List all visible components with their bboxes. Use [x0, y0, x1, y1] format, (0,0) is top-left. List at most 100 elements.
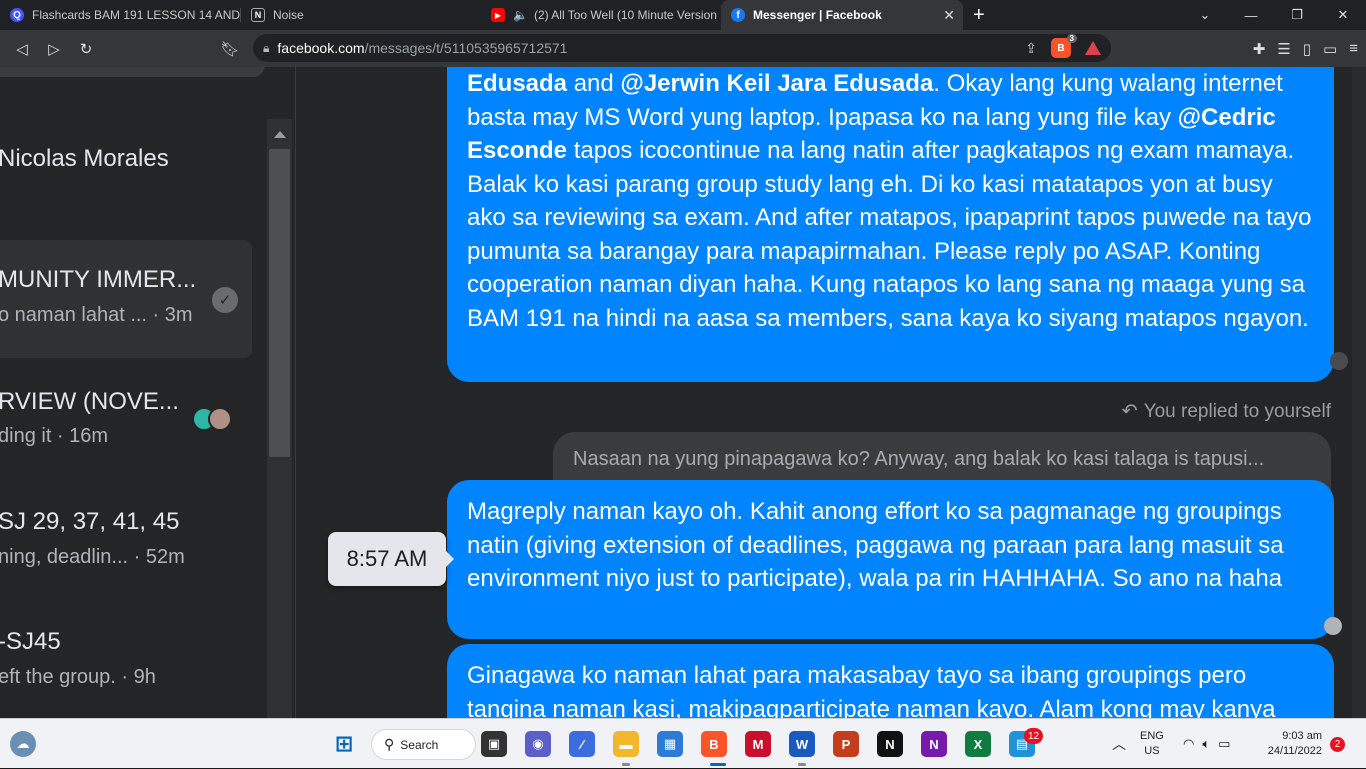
notion-icon: N — [251, 8, 265, 22]
mention[interactable]: @Jerwin Keil Jara Edusada — [620, 70, 933, 97]
message-bubble[interactable]: Magreply naman kayo oh. Kahit anong effo… — [447, 480, 1342, 639]
timestamp-tooltip: 8:57 AM — [328, 532, 454, 586]
share-icon[interactable]: ⇪ — [1025, 40, 1037, 57]
reload-icon[interactable]: ↻ — [70, 33, 102, 65]
powerpoint-icon[interactable]: P — [833, 731, 859, 757]
file-explorer-icon[interactable]: ▬ — [613, 731, 639, 757]
active-app-indicator — [710, 763, 726, 766]
wifi-icon: ◠ — [1183, 736, 1195, 751]
restore-icon[interactable]: ❐ — [1274, 0, 1320, 30]
language-indicator[interactable]: ENG US — [1140, 719, 1164, 769]
back-icon[interactable]: ◁ — [6, 33, 38, 65]
message-text: and — [567, 70, 621, 97]
word-icon[interactable]: W — [789, 731, 815, 757]
tab-messenger[interactable]: f Messenger | Facebook ✕ — [721, 0, 963, 30]
running-indicator — [798, 763, 806, 766]
search-box-edge — [0, 67, 265, 77]
wallet-icon[interactable]: ▭ — [1323, 40, 1337, 58]
tab-title: Noise — [273, 8, 304, 22]
search-icon: ⚲ — [384, 736, 395, 752]
timestamp: 8:57 AM — [346, 546, 428, 571]
avatar — [208, 407, 232, 431]
url-host: facebook.com — [277, 40, 365, 56]
notification-badge: 12 — [1024, 728, 1044, 744]
conversation-item[interactable]: RVIEW (NOVE... ding it · 16m — [0, 360, 252, 478]
tab-quizlet[interactable]: Q Flashcards BAM 191 LESSON 14 AND — [0, 0, 240, 30]
tab-title: Flashcards BAM 191 LESSON 14 AND — [32, 8, 240, 22]
new-tab-button[interactable]: + — [963, 0, 995, 30]
chat-thread: Edusada and @Jerwin Keil Jara Edusada. O… — [296, 67, 1366, 718]
battery-icon: ▭ — [1218, 736, 1231, 751]
show-hidden-icons[interactable]: ︿ — [1112, 719, 1126, 769]
language: ENG — [1140, 730, 1164, 742]
close-window-icon[interactable]: ✕ — [1320, 0, 1366, 30]
reply-label: You replied to yourself — [1143, 400, 1331, 422]
menu-icon[interactable]: ≡ — [1349, 40, 1358, 57]
clock[interactable]: 9:03 am 24/11/2022 — [1262, 719, 1322, 769]
start-icon[interactable]: ⊞ — [331, 731, 357, 757]
conversation-item-active[interactable]: MUNITY IMMER... o naman lahat ... · 3m ✓ — [0, 240, 252, 358]
conversation-preview: eft the group. · 9h — [0, 666, 156, 688]
quizlet-icon: Q — [10, 8, 24, 22]
facebook-icon: f — [731, 8, 745, 22]
region: US — [1144, 745, 1160, 757]
notification-center-badge[interactable]: 2 — [1330, 737, 1345, 752]
forward-icon[interactable]: ▷ — [38, 33, 70, 65]
conversation-item[interactable]: -SJ45 eft the group. · 9h — [0, 600, 252, 718]
reply-arrow-icon: ↶ — [1121, 401, 1138, 422]
seen-avatars — [192, 407, 232, 431]
conversation-title: MUNITY IMMER... — [0, 266, 197, 293]
message-bubble[interactable]: Edusada and @Jerwin Keil Jara Edusada. O… — [447, 67, 1348, 382]
conversation-preview: ding it · 16m — [0, 425, 109, 447]
address-bar[interactable]: 🔒︎ facebook.com /messages/t/511053596571… — [253, 34, 1111, 62]
playlist-icon[interactable]: ☰ — [1277, 40, 1290, 58]
conversation-item[interactable]: Nicolas Morales — [0, 107, 252, 225]
conversation-list: Nicolas Morales MUNITY IMMER... o naman … — [0, 67, 296, 718]
message-text: tapos icocontinue na lang natin after pa… — [467, 137, 1312, 332]
mention[interactable]: Edusada — [467, 70, 567, 97]
onenote-icon[interactable]: N — [921, 731, 947, 757]
minimize-icon[interactable]: — — [1228, 0, 1274, 30]
excel-icon[interactable]: X — [965, 731, 991, 757]
sidebar-icon[interactable]: ▯ — [1303, 40, 1311, 58]
bookmark-icon[interactable]: 🔖︎ — [214, 33, 246, 65]
sidebar-scroll-thumb[interactable] — [269, 149, 290, 457]
message-bubble[interactable]: Ginagawa ko naman lahat para makasabay t… — [447, 644, 1334, 718]
weather-icon[interactable]: ☁ — [10, 731, 36, 757]
brave-shields-icon[interactable]: B3 — [1051, 34, 1077, 58]
conversation-item[interactable]: SJ 29, 37, 41, 45 ning, deadlin... · 52m — [0, 480, 252, 598]
extensions-icon[interactable]: ✚ — [1253, 40, 1266, 58]
system-status[interactable]: ◠ 🔈︎ ▭ — [1183, 719, 1230, 769]
url-path: /messages/t/5110535965712571 — [364, 40, 568, 56]
message-action-icon[interactable] — [1330, 352, 1348, 370]
scroll-up-arrow-icon[interactable] — [274, 131, 286, 138]
message-text: Ginagawa ko naman lahat para makasabay t… — [467, 662, 1276, 718]
tab-youtube[interactable]: ▶ 🔈 (2) All Too Well (10 Minute Version — [481, 0, 721, 30]
lock-icon: 🔒︎ — [263, 40, 270, 55]
microsoft-store-icon[interactable]: ▦ — [657, 731, 683, 757]
conversation-preview: o naman lahat ... · 3m — [0, 304, 193, 326]
teams-chat-icon[interactable]: ◉ — [525, 731, 551, 757]
tab-title: (2) All Too Well (10 Minute Version — [533, 8, 717, 22]
tab-search-icon[interactable]: ⌄ — [1182, 0, 1228, 30]
vscode-like-icon[interactable]: ⁄ — [569, 731, 595, 757]
chat-scrollbar[interactable] — [1352, 67, 1366, 718]
mcafee-icon[interactable]: M — [745, 731, 771, 757]
message-action-icon[interactable] — [1324, 617, 1342, 635]
toolbar-right: ✚ ☰ ▯ ▭ ≡ — [1253, 30, 1358, 67]
conversation-preview: ning, deadlin... · 52m — [0, 546, 185, 568]
notion-app-icon[interactable]: N — [877, 731, 903, 757]
taskbar-search[interactable]: ⚲ Search — [371, 729, 476, 760]
running-indicator — [622, 763, 630, 766]
close-tab-icon[interactable]: ✕ — [943, 7, 955, 24]
shields-count: 3 — [1066, 34, 1077, 43]
brave-browser-icon[interactable]: B — [701, 731, 727, 757]
conversation-title: SJ 29, 37, 41, 45 — [0, 508, 180, 535]
task-view-icon[interactable]: ▣ — [481, 731, 507, 757]
quoted-text: Nasaan na yung pinapagawa ko? Anyway, an… — [573, 448, 1265, 470]
youtube-icon: ▶ — [491, 8, 505, 22]
brave-rewards-icon[interactable] — [1085, 41, 1101, 55]
search-label: Search — [400, 737, 439, 752]
clock-date: 24/11/2022 — [1267, 745, 1322, 757]
tab-noise[interactable]: N Noise — [241, 0, 481, 30]
